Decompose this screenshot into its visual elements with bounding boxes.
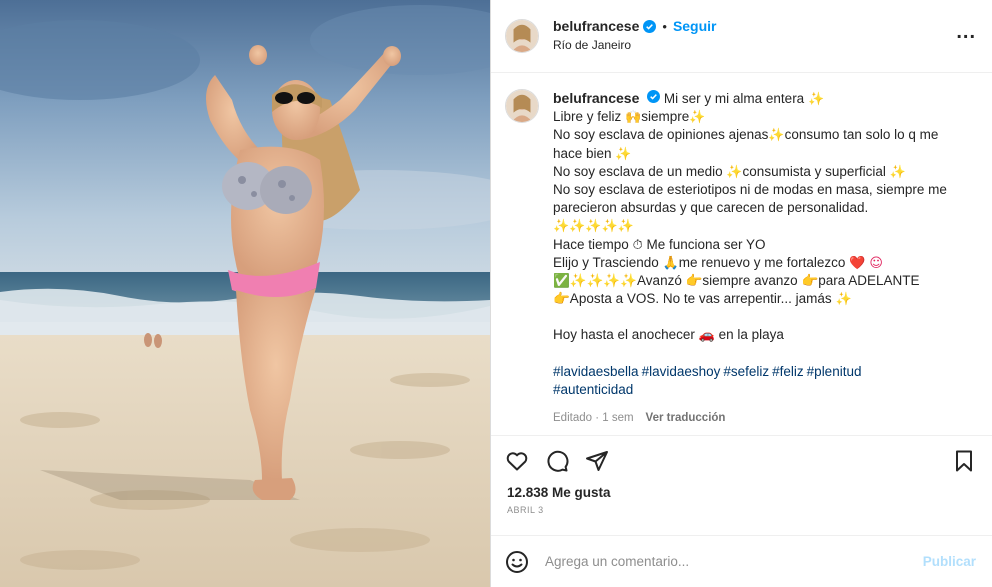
caption-text: 👉Aposta a VOS. No te vas arrepentir... j… — [553, 291, 832, 307]
caption-line: ✅✨✨✨✨Avanzó 👉siempre avanzo 👉para ADELAN… — [553, 273, 920, 289]
caption-text: Hoy hasta el anochecer — [553, 327, 695, 343]
more-options-icon[interactable]: ... — [956, 22, 976, 45]
caption-text: siempre — [641, 109, 690, 125]
sparkles-icon: ✨ — [835, 292, 852, 308]
post-header: belufrancese • Seguir Río de Janeiro ... — [491, 0, 992, 73]
caption-username[interactable]: belufrancese — [553, 90, 639, 106]
caption-line: No soy esclava de un medio ✨consumista y… — [553, 163, 973, 181]
emoji-picker-icon[interactable] — [505, 550, 529, 574]
caption-line: parecieron absurdas y que carecen de per… — [553, 200, 869, 216]
caption-body: belufrancese Mi ser y mi alma entera ✨ L… — [553, 89, 973, 435]
heart-smile-icon: ❤️ ☺ — [849, 255, 883, 271]
caption-text: hace bien — [553, 145, 612, 161]
caption-meta: Editado · 1 sem Ver traducción — [553, 409, 973, 427]
hashtag-link[interactable]: #lavidaeshoy — [642, 364, 721, 379]
caption-line: Hace tiempo ⏱ Me funciona ser YO — [553, 236, 973, 254]
caption-line: hace bien ✨ — [553, 145, 973, 163]
sparkles-icon: ✨ — [726, 164, 743, 180]
bookmark-icon[interactable] — [952, 449, 976, 473]
author-avatar[interactable] — [505, 19, 539, 53]
caption-text: me renuevo y me fortalezco — [678, 254, 846, 270]
caption-text: en la playa — [718, 327, 784, 343]
caption-text: No soy esclava de opiniones ajenas — [553, 127, 769, 143]
follow-button[interactable]: Seguir — [673, 18, 717, 35]
stopwatch-icon: ⏱ — [632, 237, 643, 253]
caption-line: 👉Aposta a VOS. No te vas arrepentir... j… — [553, 290, 973, 308]
sparkles-icon: ✨ — [768, 128, 785, 144]
post-location[interactable]: Río de Janeiro — [553, 37, 717, 54]
caption-text: Elijo y Trasciendo — [553, 254, 659, 270]
post-side-panel: belufrancese • Seguir Río de Janeiro ...… — [490, 0, 992, 587]
post-date: ABRIL 3 — [507, 505, 544, 515]
sparkles-icon: ✨ — [615, 146, 632, 162]
sparkles-row-icon: ✨✨✨✨✨ — [553, 219, 634, 235]
caption-text: Me funciona ser YO — [646, 236, 766, 252]
comment-input[interactable] — [545, 554, 923, 569]
verified-badge-icon — [647, 90, 661, 103]
raised-hands-icon: 🙌 — [625, 110, 642, 126]
edited-timestamp: Editado · 1 sem — [553, 412, 634, 425]
caption-author-avatar[interactable] — [505, 89, 539, 123]
caption-text: consumo tan solo lo q me — [784, 127, 939, 143]
hashtag-link[interactable]: #feliz — [772, 364, 804, 379]
beach-photo-illustration — [0, 0, 490, 587]
verified-badge-icon — [643, 20, 657, 33]
caption-line: Elijo y Trasciendo 🙏me renuevo y me fort… — [553, 254, 973, 272]
see-translation-link[interactable]: Ver traducción — [646, 409, 726, 427]
folded-hands-icon: 🙏 — [662, 255, 679, 271]
hashtag-link[interactable]: #autenticidad — [553, 382, 633, 397]
post-photo[interactable] — [0, 0, 490, 587]
sparkles-icon: ✨ — [889, 164, 906, 180]
likes-count[interactable]: 12.838 Me gusta — [491, 485, 992, 505]
author-username[interactable]: belufrancese — [553, 18, 639, 35]
publish-button[interactable]: Publicar — [923, 554, 976, 569]
heart-outline-icon[interactable] — [505, 449, 529, 473]
action-bar — [491, 435, 992, 485]
hashtag-link[interactable]: #plenitud — [807, 364, 862, 379]
comment-bubble-icon[interactable] — [545, 449, 569, 473]
caption-text: Libre y feliz — [553, 109, 622, 125]
sparkles-icon: ✨ — [689, 110, 706, 126]
caption-line: Libre y feliz 🙌siempre✨ — [553, 108, 973, 126]
caption-text: Mi ser y mi alma entera — [663, 91, 805, 106]
car-icon: 🚗 — [698, 328, 715, 344]
caption-line: No soy esclava de esteriotipos ni de mod… — [553, 182, 947, 198]
caption-text: consumista y superficial — [742, 163, 886, 179]
hashtag-link[interactable]: #sefeliz — [723, 364, 769, 379]
caption-line: belufrancese Mi ser y mi alma entera ✨ — [553, 89, 973, 108]
instagram-post-modal: belufrancese • Seguir Río de Janeiro ...… — [0, 0, 992, 587]
caption-text: Hace tiempo — [553, 236, 629, 252]
caption-section: belufrancese Mi ser y mi alma entera ✨ L… — [491, 73, 992, 435]
comment-composer: Publicar — [491, 535, 992, 587]
hashtag-link[interactable]: #lavidaesbella — [553, 364, 639, 379]
caption-line: Hoy hasta el anochecer 🚗 en la playa — [553, 326, 973, 344]
post-header-text: belufrancese • Seguir Río de Janeiro — [553, 18, 717, 54]
separator-dot: • — [662, 19, 667, 34]
hashtags: #lavidaesbella #lavidaeshoy #sefeliz #feliz… — [553, 363, 973, 399]
paper-plane-icon[interactable] — [585, 449, 609, 473]
caption-line: No soy esclava de opiniones ajenas✨consu… — [553, 126, 973, 144]
sparkles-icon: ✨ — [807, 92, 825, 107]
caption-text: No soy esclava de un medio — [553, 163, 723, 179]
